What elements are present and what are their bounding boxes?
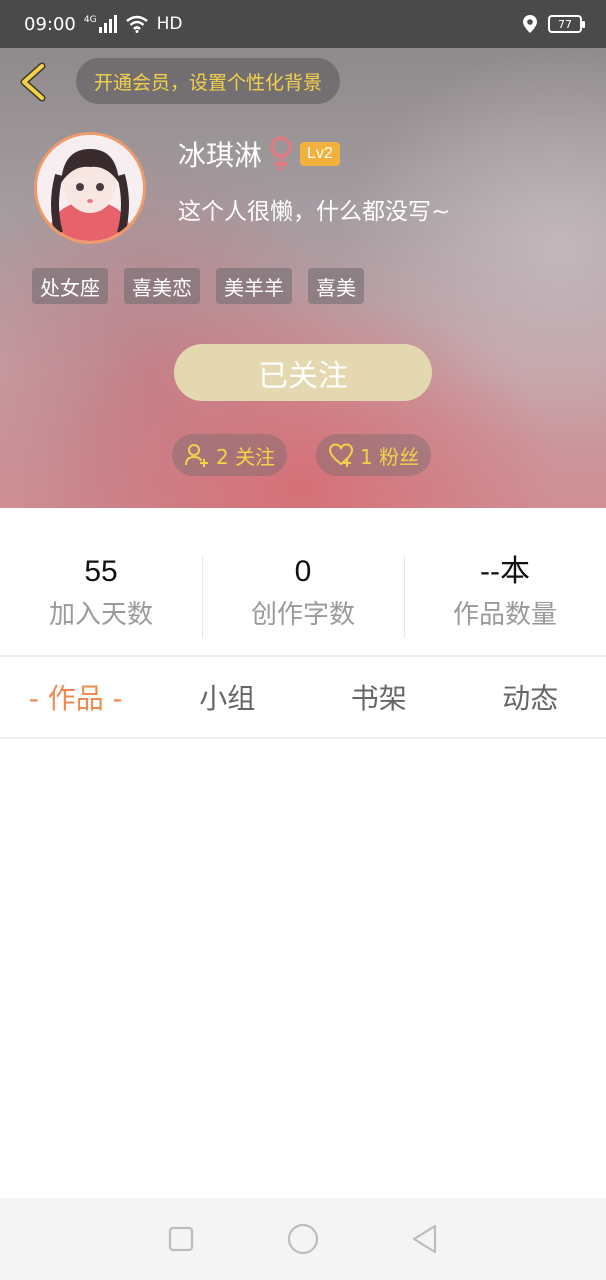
network-type-label: 4G	[83, 15, 97, 25]
system-nav-bar	[0, 1198, 606, 1280]
wifi-icon	[125, 15, 148, 33]
following-count: 2 关注	[216, 444, 276, 469]
bio-text: 这个人很懒，什么都没写~	[178, 199, 451, 225]
level-badge: Lv2	[300, 142, 340, 166]
tag-item[interactable]: 喜美	[308, 268, 364, 304]
tag-item[interactable]: 美羊羊	[216, 268, 292, 304]
hd-label: HD	[156, 14, 183, 34]
tab-works[interactable]: - 作品 -	[0, 657, 152, 737]
follow-button[interactable]: 已关注	[174, 344, 432, 401]
back-icon[interactable]	[16, 62, 50, 102]
profile-header: 开通会员，设置个性化背景 冰琪淋 Lv2 这个人很懒，什么都没写~ 处女座 喜美…	[0, 48, 606, 508]
stat-works-count: --本 作品数量	[404, 544, 606, 640]
status-bar: 09:00 4G HD 77	[0, 0, 606, 48]
avatar[interactable]	[34, 132, 146, 244]
stat-value: 55	[84, 554, 118, 588]
tab-bar: - 作品 - 小组 书架 动态	[0, 657, 606, 737]
tag-item[interactable]: 处女座	[32, 268, 108, 304]
stat-value: 0	[294, 554, 312, 588]
divider	[0, 737, 606, 739]
vip-promo-button[interactable]: 开通会员，设置个性化背景	[76, 58, 341, 104]
tag-list: 处女座 喜美恋 美羊羊 喜美	[32, 268, 364, 304]
fans-count: 1 粉丝	[360, 444, 420, 469]
stat-word-count: 0 创作字数	[202, 544, 404, 640]
stat-join-days: 55 加入天数	[0, 544, 202, 640]
vip-promo-label: 开通会员，设置个性化背景	[94, 71, 323, 94]
back-nav-icon[interactable]	[408, 1222, 442, 1256]
stat-label: 作品数量	[452, 599, 557, 630]
fans-button[interactable]: 1 粉丝	[316, 434, 432, 476]
heart-plus-icon	[328, 443, 354, 467]
username-row: 冰琪淋 Lv2	[178, 134, 340, 174]
location-icon	[523, 15, 537, 33]
stat-value: --本	[480, 554, 530, 588]
follow-button-label: 已关注	[258, 358, 348, 394]
battery-level: 77	[558, 17, 572, 31]
home-icon[interactable]	[286, 1222, 320, 1256]
tag-item[interactable]: 喜美恋	[124, 268, 200, 304]
stat-label: 创作字数	[250, 599, 355, 630]
status-time: 09:00	[24, 13, 76, 35]
recent-apps-icon[interactable]	[164, 1222, 198, 1256]
female-gender-icon	[270, 136, 292, 171]
tab-activity[interactable]: 动态	[455, 657, 606, 737]
signal-icon: 4G	[84, 15, 117, 33]
stats-row: 55 加入天数 0 创作字数 --本 作品数量	[0, 544, 606, 640]
tab-bookshelf[interactable]: 书架	[303, 657, 455, 737]
add-user-icon	[185, 444, 208, 467]
battery-icon: 77	[548, 15, 585, 33]
username: 冰琪淋	[178, 139, 263, 172]
following-button[interactable]: 2 关注	[172, 434, 288, 476]
avatar-image	[37, 135, 143, 241]
stat-label: 加入天数	[48, 599, 153, 630]
tab-groups[interactable]: 小组	[152, 657, 304, 737]
